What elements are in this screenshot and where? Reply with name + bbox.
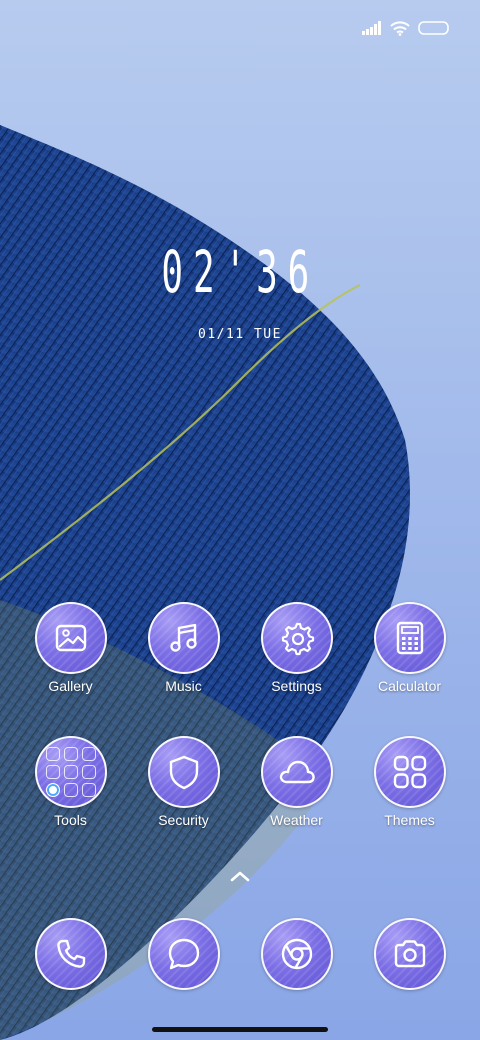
app-security[interactable]: Security [127,736,240,829]
dock-phone[interactable] [14,918,127,990]
app-settings[interactable]: Settings [240,602,353,695]
app-label: Gallery [48,678,93,694]
calculator-icon [396,621,423,655]
camera-icon [394,940,425,968]
app-label: Music [165,678,202,694]
clock-date: 01/11 TUE [198,327,282,342]
signal-icon [362,21,381,35]
browser-icon [281,938,312,970]
chevron-up-icon[interactable] [228,868,252,884]
app-label: Security [158,812,209,828]
message-icon [168,938,199,970]
app-label: Settings [271,678,322,694]
app-gallery[interactable]: Gallery [14,602,127,695]
app-themes[interactable]: Themes [353,736,466,829]
wifi-icon [390,20,410,36]
lockscreen-clock: 02'36 [0,242,480,302]
gear-icon [281,622,314,656]
clock-time: 02'36 [161,238,319,306]
app-calculator[interactable]: Calculator [353,602,466,695]
themes-icon [393,755,426,789]
dock-browser[interactable] [240,918,353,990]
app-label: Tools [54,812,87,828]
dock-messages[interactable] [127,918,240,990]
music-icon [169,623,197,652]
battery-icon [418,21,449,35]
app-label: Calculator [377,678,442,694]
app-label: Themes [384,812,435,828]
shield-icon [169,755,198,790]
home-indicator[interactable] [152,1027,328,1032]
cloud-icon [279,760,315,784]
app-label: Weather [270,812,323,828]
status-bar [362,14,450,42]
folder-tools[interactable]: Tools [14,736,127,829]
app-music[interactable]: Music [127,602,240,695]
phone-icon [56,939,85,968]
app-weather[interactable]: Weather [240,736,353,829]
gallery-icon [55,624,86,652]
dock-camera[interactable] [353,918,466,990]
wallpaper-feather-image [0,125,410,1040]
folder-icon [45,747,96,797]
home-screen: 02'36 01/11 TUE Gallery Music Settings C… [0,0,480,1040]
